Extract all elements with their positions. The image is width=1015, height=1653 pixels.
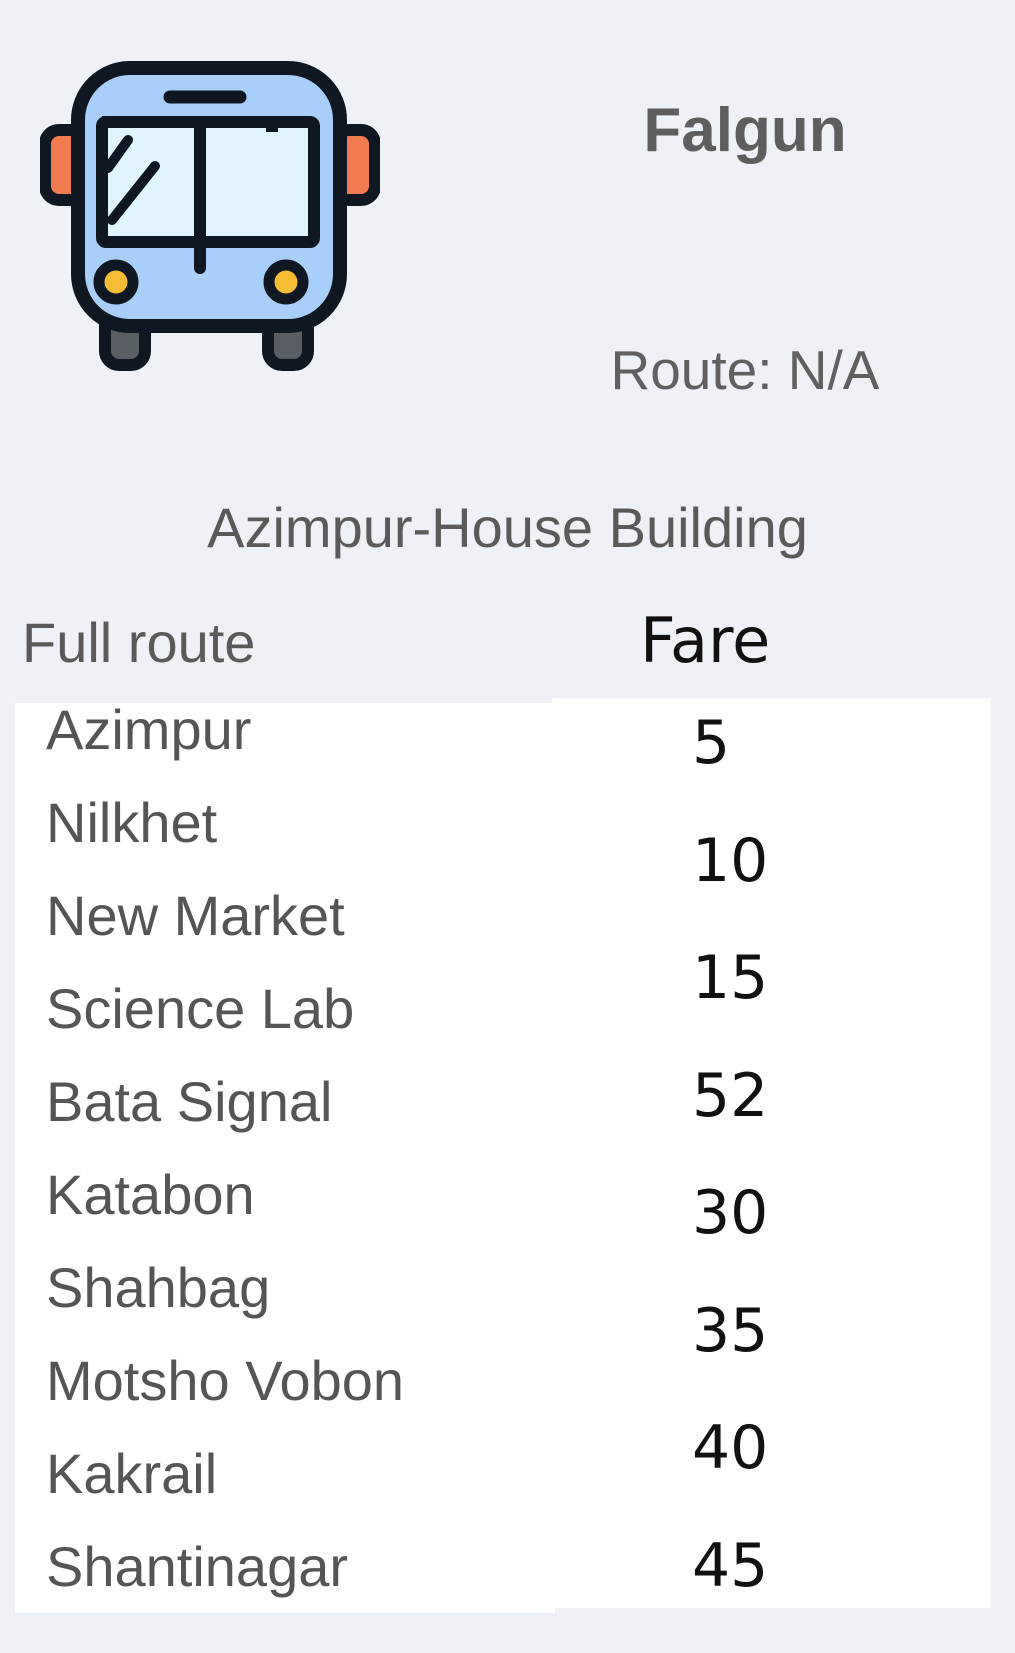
stop-item: Motsho Vobon	[46, 1351, 404, 1444]
fares-panel	[552, 698, 991, 1608]
stop-item: Katabon	[46, 1165, 404, 1258]
fares-list: 5 10 15 52 30 35 40 45	[692, 713, 768, 1653]
stop-item: Shantinagar	[46, 1537, 404, 1630]
stop-item: Azimpur	[46, 700, 404, 793]
stop-item: Shahbag	[46, 1258, 404, 1351]
stops-list: Azimpur Nilkhet New Market Science Lab B…	[46, 700, 404, 1630]
route-endpoints: Azimpur-House Building	[0, 495, 1015, 560]
fare-item: 10	[692, 831, 768, 949]
stop-item: Kakrail	[46, 1444, 404, 1537]
stop-item: Nilkhet	[46, 793, 404, 886]
route-number: Route: N/A	[560, 338, 930, 402]
stop-item: New Market	[46, 886, 404, 979]
fare-item: 30	[692, 1183, 768, 1301]
fare-item: 40	[692, 1418, 768, 1536]
full-route-header: Full route	[22, 610, 255, 675]
fare-item: 5	[692, 713, 768, 831]
stop-item: Bata Signal	[46, 1072, 404, 1165]
bus-name: Falgun	[600, 95, 890, 166]
fare-item: 15	[692, 948, 768, 1066]
fare-item: 35	[692, 1301, 768, 1419]
bus-icon	[40, 60, 380, 380]
fare-header: Fare	[640, 604, 770, 677]
fare-item: 52	[692, 1066, 768, 1184]
fare-item: 45	[692, 1536, 768, 1653]
stop-item: Science Lab	[46, 979, 404, 1072]
